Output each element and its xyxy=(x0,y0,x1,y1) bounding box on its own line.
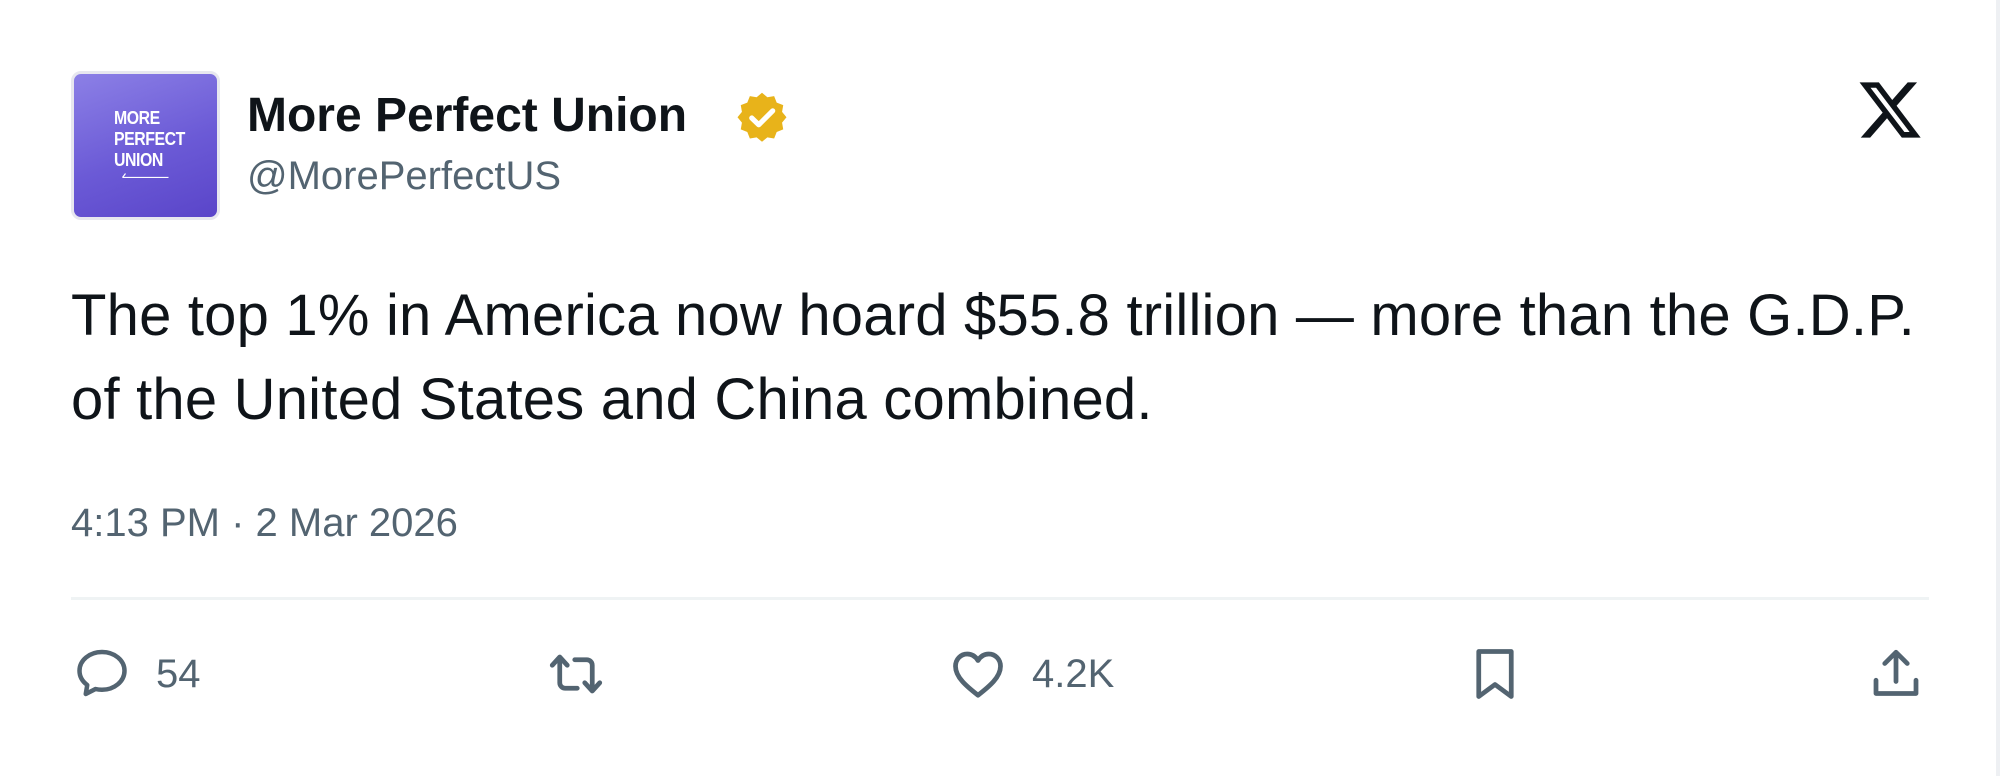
heart-icon xyxy=(953,651,1003,698)
author-handle[interactable]: @MorePerfectUS xyxy=(247,151,561,201)
avatar-logo-text: MORE PERFECT UNION xyxy=(114,108,185,170)
bookmark-button[interactable] xyxy=(1465,640,1525,708)
tweet-timestamp[interactable]: 4:13 PM · 2 Mar 2026 xyxy=(71,498,458,548)
author-name[interactable]: More Perfect Union xyxy=(247,88,687,144)
like-count: 4.2K xyxy=(1032,652,1115,696)
avatar-logo-underline xyxy=(122,173,169,178)
tweet-text: The top 1% in America now hoard $55.8 tr… xyxy=(71,283,1915,432)
repost-button[interactable] xyxy=(546,640,606,708)
repost-icon xyxy=(549,654,603,694)
bookmark-icon xyxy=(1476,649,1514,699)
divider xyxy=(71,597,1929,600)
like-button[interactable]: 4.2K xyxy=(948,640,1114,708)
verified-badge-icon xyxy=(737,92,787,142)
avatar[interactable]: MORE PERFECT UNION xyxy=(71,71,220,220)
share-button[interactable] xyxy=(1866,640,1926,708)
tweet-card: MORE PERFECT UNION More Perfect Union @M… xyxy=(0,0,2000,776)
reply-count: 54 xyxy=(156,652,201,696)
x-logo-icon[interactable] xyxy=(1856,76,1924,144)
share-icon xyxy=(1873,649,1919,696)
speech-bubble-icon xyxy=(77,649,127,697)
card-edge xyxy=(1996,0,2000,776)
reply-button[interactable]: 54 xyxy=(72,640,201,708)
